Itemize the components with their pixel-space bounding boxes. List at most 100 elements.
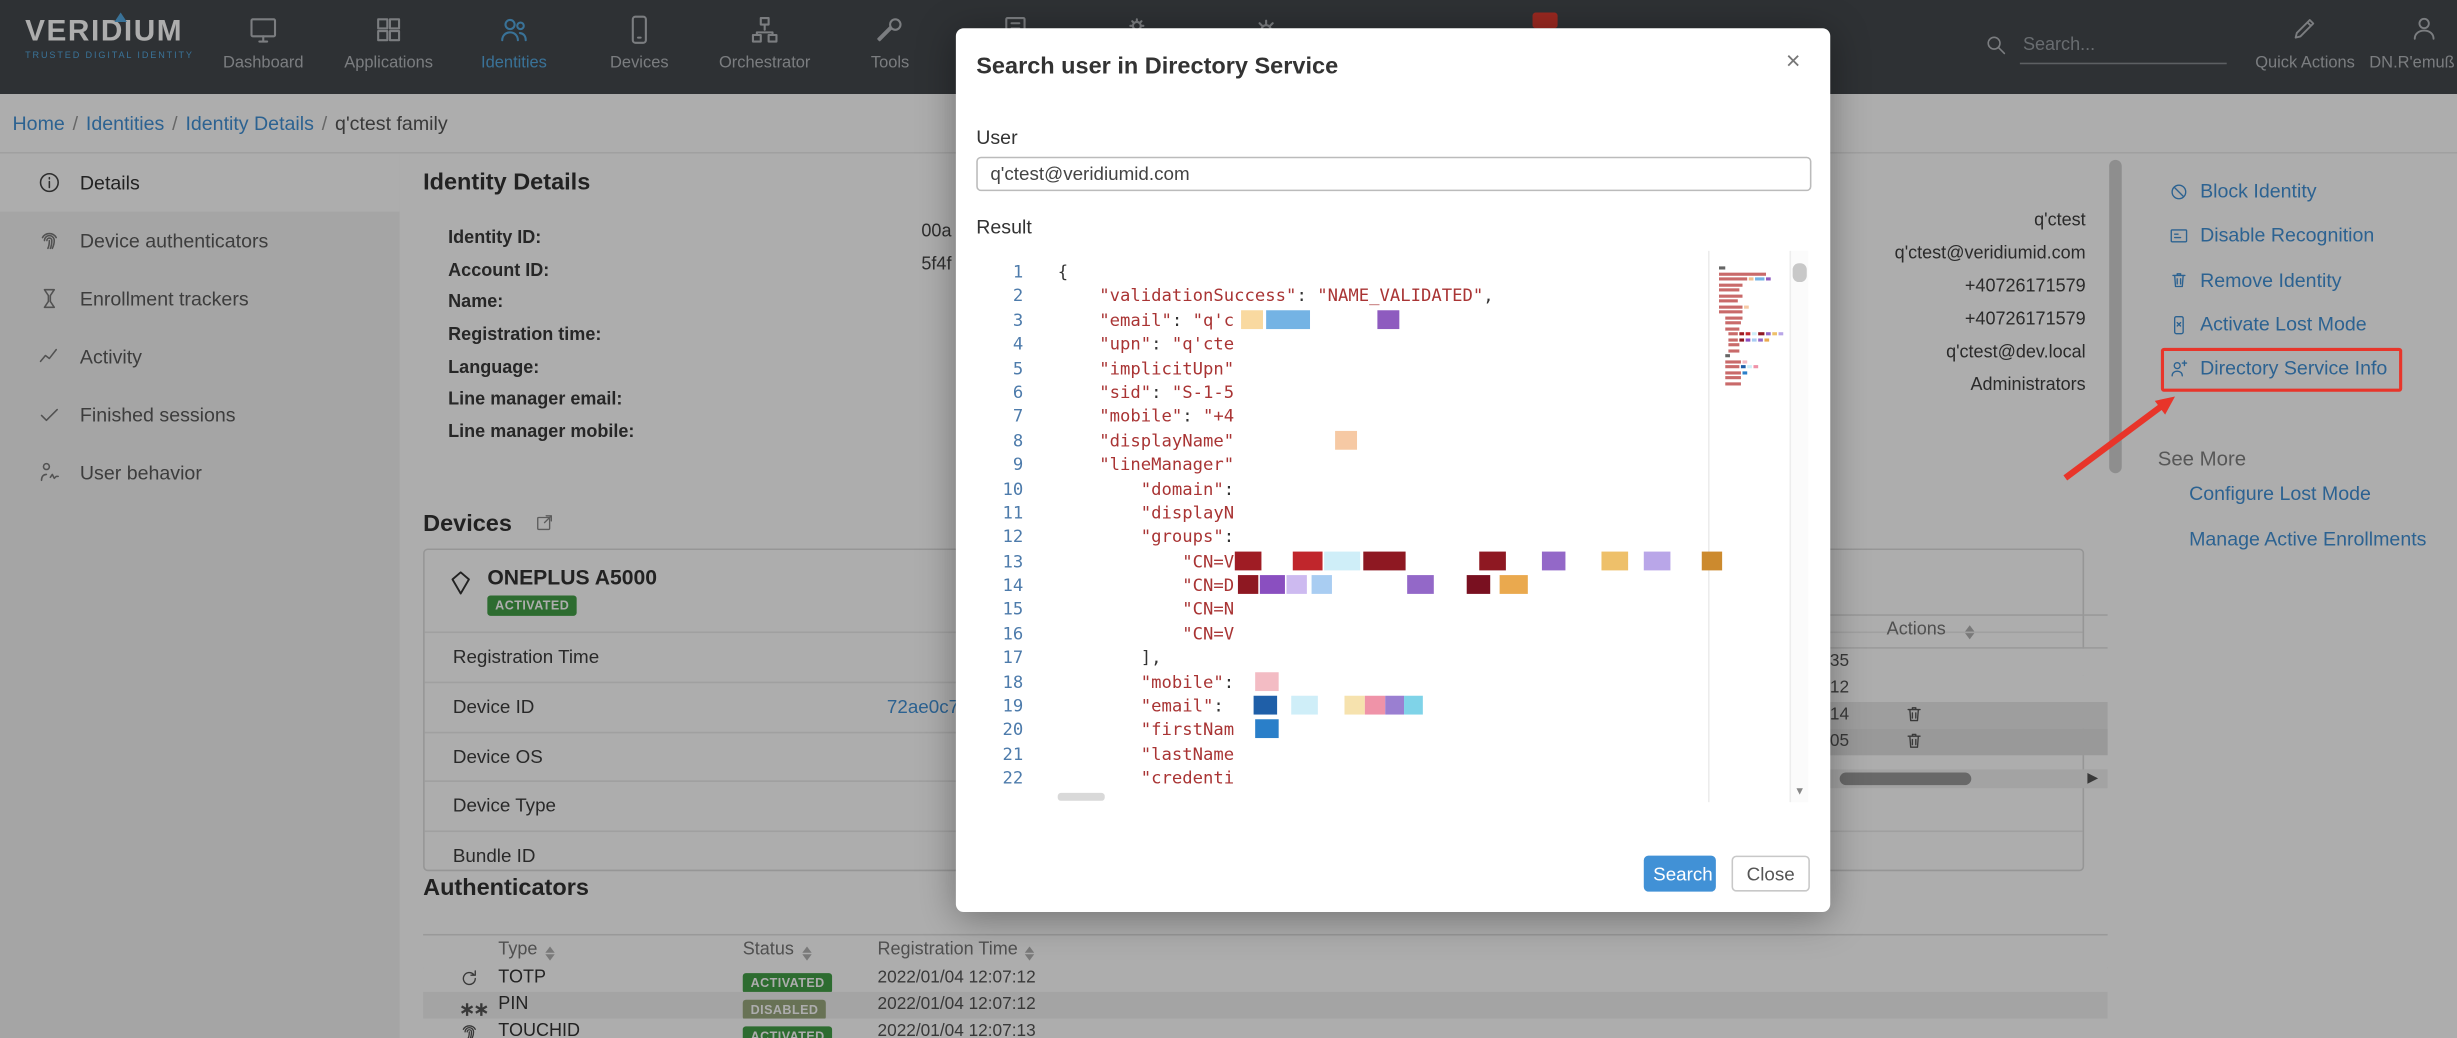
editor-code-lines: 1{2 "validationSuccess": "NAME_VALIDATED… (976, 260, 1789, 791)
redaction-mark (1405, 551, 1479, 570)
redaction-mark (1670, 551, 1701, 570)
code-line: 14 "CN=D (976, 574, 1789, 598)
code-line: 8 "displayName" (976, 429, 1789, 453)
redaction-mark (1385, 696, 1404, 715)
code-line: 13 "CN=V (976, 550, 1789, 574)
redaction-mark (1505, 551, 1541, 570)
code-line: 21 "lastName (976, 742, 1789, 766)
redaction-mark (1628, 551, 1644, 570)
code-line: 12 "groups": (976, 525, 1789, 549)
line-number: 3 (976, 308, 1039, 332)
editor-scrollbar-thumb[interactable] (1793, 263, 1807, 282)
code-line: 18 "mobile": (976, 670, 1789, 694)
line-number: 17 (976, 646, 1039, 670)
redaction-mark (1255, 672, 1279, 691)
line-number: 5 (976, 357, 1039, 381)
search-button[interactable]: Search (1644, 856, 1716, 892)
redaction-mark (1433, 575, 1466, 594)
user-search-field[interactable] (976, 157, 1811, 191)
redaction-mark (1237, 575, 1257, 594)
modal-title: Search user in Directory Service (976, 53, 1338, 80)
line-number: 20 (976, 718, 1039, 742)
close-icon[interactable]: × (1776, 47, 1809, 78)
redaction-mark (1565, 551, 1601, 570)
result-label: Result (976, 216, 1032, 238)
line-number: 21 (976, 742, 1039, 766)
redaction-mark (1277, 696, 1291, 715)
code-line: 2 "validationSuccess": "NAME_VALIDATED", (976, 284, 1789, 308)
redaction-mark (1234, 672, 1254, 691)
code-line: 19 "email": (976, 694, 1789, 718)
redaction-mark (1377, 310, 1399, 329)
redaction-mark (1291, 696, 1318, 715)
redaction-mark (1286, 575, 1306, 594)
line-number: 18 (976, 670, 1039, 694)
code-line: 16 "CN=V (976, 622, 1789, 646)
code-line: 7 "mobile": "+4 (976, 405, 1789, 429)
editor-minimap (1719, 266, 1785, 387)
redaction-mark (1701, 551, 1721, 570)
line-number: 8 (976, 429, 1039, 453)
code-line: 15 "CN=N (976, 598, 1789, 622)
editor-scrollbar[interactable]: ▼ (1790, 251, 1809, 803)
line-number: 1 (976, 260, 1039, 284)
line-number: 10 (976, 477, 1039, 501)
annotation-highlight-box (2161, 348, 2402, 392)
code-line: 6 "sid": "S-1-5 (976, 381, 1789, 405)
line-number: 2 (976, 284, 1039, 308)
code-line: 20 "firstNam (976, 718, 1789, 742)
redaction-mark (1601, 551, 1628, 570)
redaction-mark (1234, 551, 1261, 570)
redaction-mark (1404, 696, 1423, 715)
close-button[interactable]: Close (1732, 856, 1810, 892)
redaction-mark (1240, 310, 1262, 329)
line-number: 13 (976, 550, 1039, 574)
editor-hscroll-thumb[interactable] (1058, 793, 1105, 801)
code-line: 17 ], (976, 646, 1789, 670)
redaction-mark (1324, 551, 1360, 570)
modal-footer: Search Close (1644, 856, 1810, 892)
code-line: 9 "lineManager" (976, 453, 1789, 477)
redaction-mark (1479, 551, 1506, 570)
redaction-mark (1311, 575, 1331, 594)
code-line: 1{ (976, 260, 1789, 284)
redaction-mark (1234, 431, 1334, 450)
line-number: 16 (976, 622, 1039, 646)
line-number: 22 (976, 767, 1039, 791)
redaction-mark (1254, 696, 1278, 715)
redaction-mark (1365, 696, 1385, 715)
redaction-mark (1407, 575, 1434, 594)
redaction-mark (1261, 551, 1292, 570)
code-line: 11 "displayN (976, 501, 1789, 525)
line-number: 14 (976, 574, 1039, 598)
user-field-label: User (976, 127, 1017, 149)
code-line: 10 "domain": (976, 477, 1789, 501)
redaction-mark (1234, 720, 1254, 739)
redaction-mark (1292, 551, 1322, 570)
json-result-editor[interactable]: 1{2 "validationSuccess": "NAME_VALIDATED… (976, 251, 1808, 803)
line-number: 9 (976, 453, 1039, 477)
redaction-mark (1309, 310, 1376, 329)
redaction-mark (1363, 551, 1405, 570)
redaction-mark (1224, 696, 1254, 715)
annotation-arrow (2037, 384, 2194, 494)
line-number: 11 (976, 501, 1039, 525)
code-line: 22 "credenti (976, 767, 1789, 791)
redaction-mark (1259, 575, 1284, 594)
redaction-mark (1255, 720, 1279, 739)
redaction-mark (1643, 551, 1670, 570)
redaction-mark (1499, 575, 1527, 594)
redaction-mark (1466, 575, 1490, 594)
redaction-mark (1490, 575, 1499, 594)
scroll-down-icon[interactable]: ▼ (1791, 784, 1808, 803)
line-number: 19 (976, 694, 1039, 718)
code-line: 3 "email": "q'c (976, 308, 1789, 332)
line-number: 7 (976, 405, 1039, 429)
redaction-mark (1344, 696, 1364, 715)
code-line: 5 "implicitUpn" (976, 357, 1789, 381)
redaction-mark (1541, 551, 1565, 570)
redaction-mark (1266, 310, 1310, 329)
screen: VERIDIUM TRUSTED DIGITAL IDENTITY Dashbo… (0, 0, 2457, 1038)
redaction-mark (1318, 696, 1345, 715)
redaction-mark (1331, 575, 1406, 594)
